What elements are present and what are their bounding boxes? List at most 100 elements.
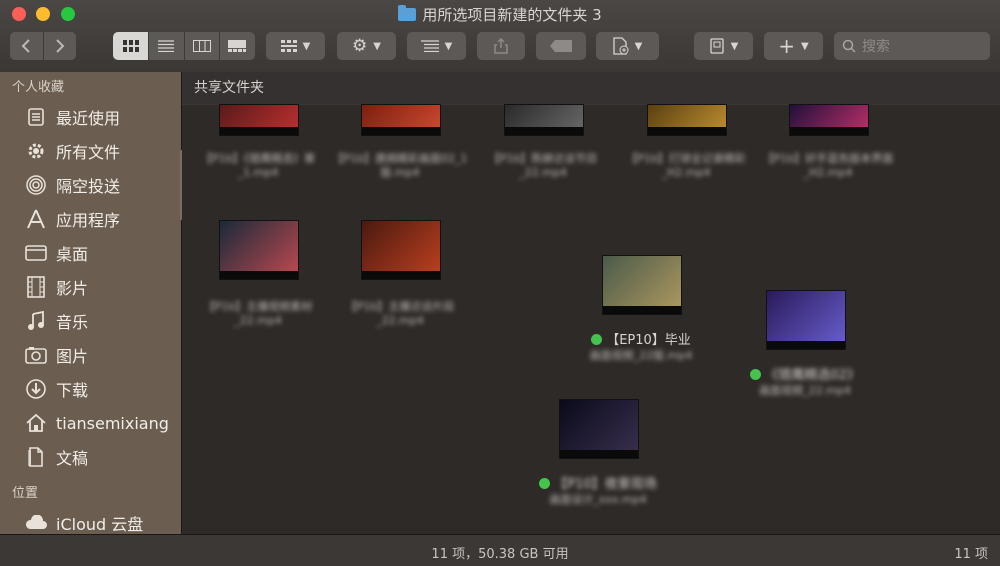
- sidebar-item-pictures[interactable]: 图片: [0, 338, 181, 372]
- sidebar-item-label: 所有文件: [56, 143, 121, 162]
- video-thumbnail: [766, 290, 846, 350]
- chevron-down-icon: ▼: [730, 40, 739, 52]
- storage-button[interactable]: ▼: [694, 32, 753, 60]
- new-document-button[interactable]: ▼: [596, 32, 659, 60]
- share-icon: [494, 38, 508, 54]
- favorites-list: 最近使用所有文件隔空投送应用程序桌面影片音乐图片下载 tiansemixiang 文…: [0, 100, 181, 474]
- document-add-icon: [612, 37, 629, 55]
- download-icon: [24, 377, 48, 401]
- chevron-down-icon: ▼: [801, 40, 809, 52]
- sidebar-item-music[interactable]: 音乐: [0, 304, 181, 338]
- sidebar-item-home[interactable]: tiansemixiang: [0, 406, 181, 440]
- recent-icon: [24, 105, 48, 129]
- home-icon: [24, 411, 48, 435]
- sidebar-item-label: 应用程序: [56, 211, 121, 230]
- forward-button[interactable]: [43, 32, 76, 60]
- music-icon: [24, 309, 48, 333]
- group-grid-icon: [280, 40, 297, 52]
- sidebar-item-label: 影片: [56, 279, 89, 298]
- chevron-down-icon: ▼: [634, 40, 643, 52]
- tag-button[interactable]: [536, 32, 586, 60]
- sidebar-item-recent[interactable]: 最近使用: [0, 100, 181, 134]
- pictures-icon: [24, 343, 48, 367]
- columns-icon: [192, 40, 211, 52]
- arrange-button[interactable]: ▼: [407, 32, 466, 60]
- chevron-right-icon: [56, 39, 65, 53]
- file-name: 【P1b】《猎鹰精选》第_1.mp4: [200, 152, 316, 179]
- video-thumbnail: [789, 104, 869, 136]
- applications-icon: [24, 207, 48, 231]
- column-view-button[interactable]: [185, 32, 220, 60]
- grid-icon: [122, 40, 139, 52]
- file-name: 【P1b】主播视频素材_22.mp4: [203, 300, 313, 327]
- add-button[interactable]: + ▼: [764, 32, 823, 60]
- sidebar-item-download[interactable]: 下载: [0, 372, 181, 406]
- sidebar: 个人收藏 最近使用 所有文件 隔空投送 应用程序 桌面 影片 音乐 图片 下载 tiansemix…: [0, 72, 182, 534]
- finder-window: 用所选项目新建的文件夹 3 ▼ ⚙ ▼ ▼ ▼ ▼ + ▼ 搜索 个人收藏 最近…: [0, 0, 1000, 566]
- view-mode-group: [113, 32, 255, 60]
- movies-icon: [24, 275, 48, 299]
- sidebar-item-label: 最近使用: [56, 109, 121, 128]
- desktop-icon: [24, 241, 48, 265]
- title-bar: 用所选项目新建的文件夹 3 ▼ ⚙ ▼ ▼ ▼ ▼ + ▼ 搜索: [0, 0, 1000, 73]
- sidebar-item-movies[interactable]: 影片: [0, 270, 181, 304]
- group-by-button[interactable]: ▼: [266, 32, 325, 60]
- locations-list: iCloud 云盘: [0, 506, 181, 534]
- share-button[interactable]: [477, 32, 525, 60]
- status-bar: 11 项，50.38 GB 可用 11 项: [0, 534, 1000, 566]
- sidebar-item-gear[interactable]: 所有文件: [0, 134, 181, 168]
- plus-icon: +: [778, 34, 796, 58]
- action-menu-button[interactable]: ⚙ ▼: [337, 32, 396, 60]
- drive-icon: [709, 38, 724, 54]
- sidebar-item-applications[interactable]: 应用程序: [0, 202, 181, 236]
- gear-icon: ⚙: [352, 36, 368, 56]
- green-tag-icon: [750, 369, 762, 380]
- video-thumbnail: [504, 104, 584, 136]
- video-thumbnail: [602, 255, 682, 315]
- video-thumbnail: [361, 220, 441, 280]
- chevron-left-icon: [21, 39, 30, 53]
- file-name: 《猎鹰精选02》: [730, 364, 880, 383]
- airdrop-icon: [24, 173, 48, 197]
- status-summary: 11 项，50.38 GB 可用: [431, 547, 569, 562]
- file-name-line2: 画面视频_22.mp4: [759, 384, 851, 397]
- search-placeholder: 搜索: [862, 39, 890, 55]
- video-thumbnail: [559, 399, 639, 459]
- search-input[interactable]: 搜索: [834, 32, 990, 60]
- list-view-button[interactable]: [149, 32, 185, 60]
- sidebar-item-label: 隔空投送: [56, 177, 121, 196]
- video-thumbnail: [647, 104, 727, 136]
- file-name: 【EP10】毕业: [566, 329, 716, 348]
- icon-view-button[interactable]: [113, 32, 150, 60]
- sidebar-item-label: 桌面: [56, 245, 89, 264]
- file-name: 【P1b】好手蓝色版本界面_H2.mp4: [762, 152, 894, 179]
- file-name-line2: 画面设计_xxx.mp4: [549, 493, 647, 506]
- sidebar-item-documents[interactable]: 文稿: [0, 440, 181, 474]
- sidebar-item-desktop[interactable]: 桌面: [0, 236, 181, 270]
- sidebar-item-cloud[interactable]: iCloud 云盘: [0, 506, 181, 534]
- file-name: 【P10】夜景现场: [523, 473, 673, 492]
- back-button[interactable]: [10, 32, 44, 60]
- sidebar-item-label: 图片: [56, 347, 89, 366]
- list-icon: [158, 40, 175, 52]
- green-tag-icon: [539, 478, 551, 489]
- sidebar-item-label: 下载: [56, 381, 89, 400]
- sidebar-item-label: 音乐: [56, 313, 89, 332]
- file-name-line2: 画面视频_22版.mp4: [589, 349, 693, 362]
- green-tag-icon: [591, 334, 603, 345]
- file-name: 【P1b】唐嫣精彩画面02_1版.mp4: [332, 152, 468, 179]
- sidebar-item-label: iCloud 云盘: [56, 515, 144, 534]
- chevron-down-icon: ▼: [444, 40, 453, 52]
- sidebar-item-label: 文稿: [56, 449, 89, 468]
- locations-header: 位置: [12, 486, 39, 501]
- cloud-icon: [24, 511, 48, 534]
- video-thumbnail: [219, 220, 299, 280]
- chevron-down-icon: ▼: [373, 40, 381, 52]
- file-name: 【P1b】陈赫访谈节目_22.mp4: [488, 152, 598, 179]
- sidebar-item-airdrop[interactable]: 隔空投送: [0, 168, 181, 202]
- search-icon: [842, 39, 856, 53]
- arrange-icon: [420, 40, 439, 52]
- gallery-view-button[interactable]: [220, 32, 255, 60]
- file-name: 【P1b】打球全记录精彩_H2.mp4: [626, 152, 746, 179]
- documents-icon: [24, 445, 48, 469]
